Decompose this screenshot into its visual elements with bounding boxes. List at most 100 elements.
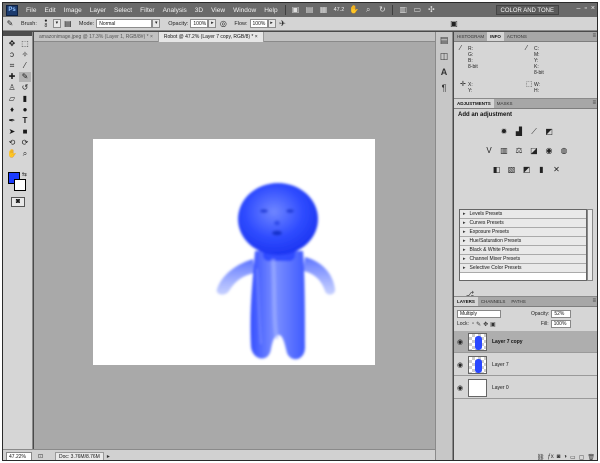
canvas[interactable] (93, 139, 375, 365)
document-tab-robot[interactable]: Robot @ 47.2% (Layer 7 copy, RGB/8) * × (158, 32, 264, 42)
extras-icon[interactable]: ✣ (425, 5, 437, 15)
status-zoom-input[interactable]: 47.22% (6, 451, 32, 460)
visibility-eye-icon[interactable]: ◉ (455, 338, 465, 346)
mode-select[interactable]: Normal (96, 19, 153, 28)
arrange-documents-icon[interactable]: ▥ (397, 5, 409, 15)
layer-name[interactable]: Layer 0 (492, 385, 509, 391)
gradient-tool-icon[interactable]: ▮ (19, 94, 31, 104)
gradient-map-icon[interactable]: ▮ (537, 165, 547, 175)
3d-rotate-tool-icon[interactable]: ⟲ (6, 138, 18, 148)
document-tab-amazonimage[interactable]: amazonimage.jpeg @ 17.3% (Layer 1, RGB/8… (34, 32, 159, 42)
workspace-switcher[interactable]: COLOR AND TONE (495, 5, 559, 15)
tablet-pressure-icon[interactable]: ▣ (449, 19, 459, 29)
flow-dropdown[interactable]: ▸ (267, 19, 276, 28)
fill-input[interactable]: 100% (550, 320, 571, 328)
status-menu-arrow-icon[interactable]: ▸ (107, 453, 110, 460)
brush-dropdown[interactable]: ▾ (52, 19, 61, 28)
preset-hue-saturation[interactable]: Hue/Saturation Presets (460, 237, 586, 246)
menu-help[interactable]: Help (260, 7, 281, 14)
pressure-opacity-icon[interactable]: ◎ (218, 19, 228, 29)
photo-filter-icon[interactable]: ◉ (544, 146, 554, 156)
shape-tool-icon[interactable]: ■ (19, 127, 31, 137)
preset-exposure[interactable]: Exposure Presets (460, 228, 586, 237)
levels-icon[interactable]: ▟ (514, 127, 524, 137)
close-tab-icon[interactable]: × (255, 34, 258, 40)
history-brush-tool-icon[interactable]: ↺ (19, 83, 31, 93)
eraser-tool-icon[interactable]: ▱ (6, 94, 18, 104)
new-group-icon[interactable]: ▭ (570, 454, 576, 461)
menu-image[interactable]: Image (60, 7, 86, 14)
brush-tool-preset-icon[interactable]: ✎ (5, 19, 15, 29)
hue-saturation-icon[interactable]: ▥ (499, 146, 509, 156)
zoom-level[interactable]: 47.2 (334, 7, 345, 13)
new-layer-icon[interactable]: ▢ (579, 454, 585, 461)
visibility-eye-icon[interactable]: ◉ (455, 361, 465, 369)
delete-layer-icon[interactable]: 🗑 (587, 454, 595, 461)
hand-tool-icon[interactable]: ✋ (6, 149, 18, 159)
move-tool-icon[interactable]: ✥ (6, 39, 18, 49)
menu-filter[interactable]: Filter (136, 7, 158, 14)
dodge-tool-icon[interactable]: ● (19, 105, 31, 115)
restore-icon[interactable]: ▫ (584, 5, 586, 12)
blend-mode-select[interactable]: Multiply (457, 310, 501, 318)
color-panel-icon[interactable]: ◫ (436, 48, 452, 64)
type-tool-icon[interactable]: T (19, 116, 31, 126)
color-balance-icon[interactable]: ⚖ (514, 146, 524, 156)
clone-stamp-tool-icon[interactable]: ♙ (6, 83, 18, 93)
tab-info[interactable]: INFO (487, 32, 504, 41)
menu-layer[interactable]: Layer (86, 7, 110, 14)
layer-name[interactable]: Layer 7 copy (492, 339, 523, 345)
preset-channel-mixer[interactable]: Channel Mixer Presets (460, 255, 586, 264)
vibrance-icon[interactable]: V (484, 146, 494, 156)
preset-selective-color[interactable]: Selective Color Presets (460, 264, 586, 273)
airbrush-icon[interactable]: ✈ (278, 19, 288, 29)
quick-mask-icon[interactable]: ◙ (11, 197, 25, 207)
eyedropper-tool-icon[interactable]: ⁄ (19, 61, 31, 71)
minibridge-icon[interactable]: ▤ (304, 5, 316, 15)
layer-opacity-input[interactable]: 52% (551, 310, 572, 318)
curves-icon[interactable]: ⟋ (529, 127, 539, 137)
lock-pixels-icon[interactable]: ✎ (476, 321, 481, 328)
preset-levels[interactable]: Levels Presets (460, 210, 586, 219)
brush-panel-icon[interactable]: ▤ (63, 19, 73, 29)
layer-name[interactable]: Layer 7 (492, 362, 509, 368)
brush-picker-icon[interactable]: ● 8 (41, 18, 51, 29)
tab-adjustments[interactable]: ADJUSTMENTS (454, 99, 494, 108)
bridge-icon[interactable]: ▣ (290, 5, 302, 15)
menu-view[interactable]: View (207, 7, 229, 14)
paragraph-panel-icon[interactable]: ¶ (436, 80, 452, 96)
layer-row[interactable]: ◉ Layer 7 copy (454, 331, 597, 353)
lock-position-icon[interactable]: ✥ (483, 321, 488, 328)
opacity-dropdown[interactable]: ▸ (208, 19, 217, 28)
brightness-contrast-icon[interactable]: ✹ (499, 127, 509, 137)
guides-icon[interactable]: ▦ (318, 5, 330, 15)
tab-layers[interactable]: LAYERS (454, 297, 478, 306)
spot-heal-tool-icon[interactable]: ✚ (6, 72, 18, 82)
history-panel-icon[interactable]: ▤ (436, 32, 452, 48)
layer-row[interactable]: ◉ Layer 0 (454, 377, 597, 399)
zoom-tool-icon[interactable]: ⌕ (19, 149, 31, 159)
hand-icon[interactable]: ✋ (348, 5, 360, 15)
black-white-icon[interactable]: ◪ (529, 146, 539, 156)
menu-select[interactable]: Select (110, 7, 136, 14)
selective-color-icon[interactable]: ✕ (552, 165, 562, 175)
character-panel-icon[interactable]: A (436, 64, 452, 80)
path-select-tool-icon[interactable]: ➤ (6, 127, 18, 137)
presets-scrollbar[interactable] (587, 209, 593, 281)
tab-paths[interactable]: PATHS (508, 297, 528, 306)
menu-file[interactable]: File (22, 7, 40, 14)
lasso-tool-icon[interactable]: ↄ (6, 50, 18, 60)
rotate-view-icon[interactable]: ↻ (376, 5, 388, 15)
crop-tool-icon[interactable]: ⌗ (6, 61, 18, 71)
tab-masks[interactable]: MASKS (494, 99, 516, 108)
opacity-input[interactable]: 100% (190, 19, 209, 28)
zoom-icon[interactable]: ⌕ (362, 5, 374, 15)
menu-3d[interactable]: 3D (191, 7, 207, 14)
threshold-icon[interactable]: ◩ (522, 165, 532, 175)
marquee-tool-icon[interactable]: ⬚ (19, 39, 31, 49)
quick-select-tool-icon[interactable]: ✧ (19, 50, 31, 60)
tab-channels[interactable]: CHANNELS (478, 297, 509, 306)
posterize-icon[interactable]: ▧ (507, 165, 517, 175)
layer-mask-icon[interactable]: ◙ (557, 454, 561, 460)
link-layers-icon[interactable]: ⛓ (537, 454, 545, 461)
